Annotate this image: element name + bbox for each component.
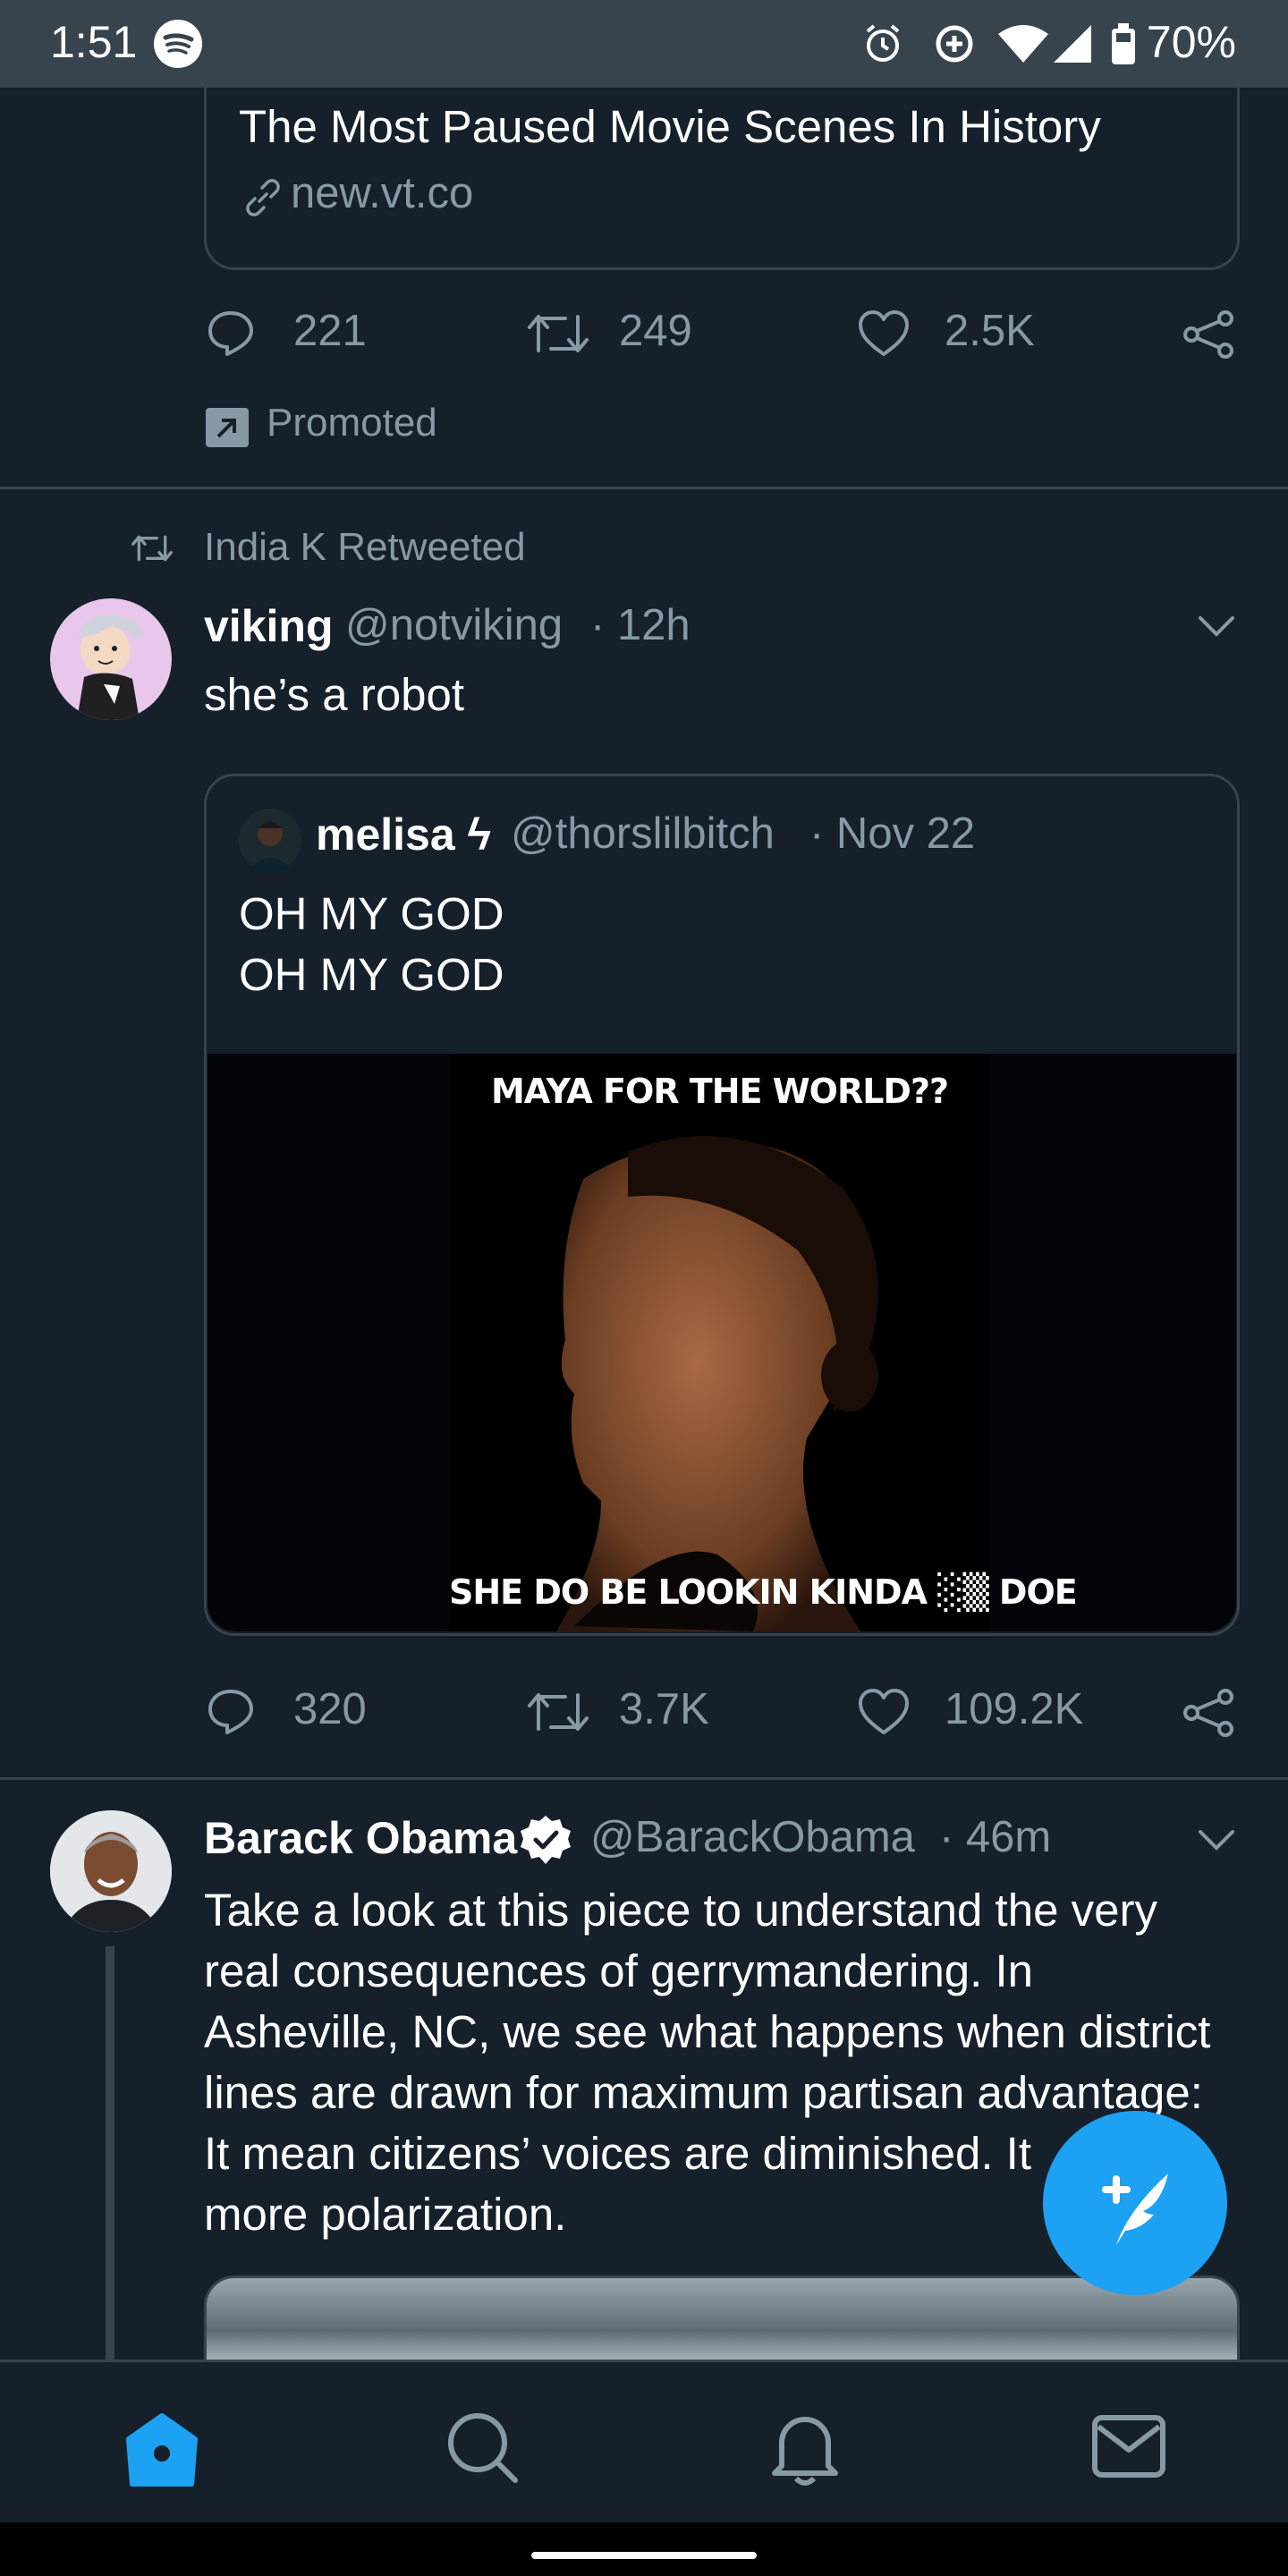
reply-count: 320 bbox=[293, 1685, 367, 1733]
like-count: 2.5K bbox=[945, 307, 1035, 355]
author-name[interactable]: viking bbox=[204, 600, 333, 652]
tweet-time: · 12h bbox=[590, 601, 691, 649]
search-icon[interactable] bbox=[444, 2409, 519, 2484]
thread-line bbox=[106, 1946, 114, 2360]
retweet-count: 249 bbox=[619, 307, 692, 355]
quote-author-handle[interactable]: @thorslilbitch bbox=[511, 809, 775, 859]
tweet-text-line: Take a look at this piece to understand … bbox=[204, 1885, 1157, 1936]
verified-badge-icon bbox=[519, 1814, 572, 1868]
retweet-icon[interactable] bbox=[526, 311, 590, 356]
like-icon[interactable] bbox=[857, 309, 911, 358]
home-indicator[interactable] bbox=[531, 2552, 757, 2559]
retweeted-tweet[interactable]: India K Retweeted viking @notviking · 12… bbox=[0, 489, 1288, 1777]
reply-icon[interactable] bbox=[206, 1686, 256, 1736]
media-caption-bottom: SHE DO BE LOOKIN KINDA ░▒ DOE bbox=[449, 1572, 1078, 1612]
battery-percent: 70% bbox=[1146, 17, 1236, 67]
link-card[interactable]: The Most Paused Movie Scenes In History … bbox=[204, 79, 1240, 270]
tweet-text-line: more polarization. bbox=[204, 2189, 567, 2240]
tweet-text: she’s a robot bbox=[204, 669, 465, 720]
author-handle[interactable]: @notviking bbox=[345, 600, 563, 650]
share-icon[interactable] bbox=[1182, 309, 1236, 360]
reply-icon[interactable] bbox=[206, 308, 256, 358]
wifi-icon bbox=[998, 23, 1048, 64]
media-caption-top: MAYA FOR THE WORLD?? bbox=[490, 1072, 949, 1111]
system-nav-bar bbox=[0, 2522, 1288, 2576]
quote-author-name[interactable]: melisa ϟ bbox=[316, 809, 491, 860]
like-icon[interactable] bbox=[857, 1688, 911, 1736]
portrait-photo bbox=[449, 1054, 990, 1631]
alarm-icon bbox=[862, 23, 903, 64]
spotify-icon bbox=[154, 20, 202, 68]
quote-avatar[interactable] bbox=[239, 809, 301, 871]
link-title: The Most Paused Movie Scenes In History bbox=[239, 101, 1101, 152]
cell-signal-icon bbox=[1052, 23, 1093, 64]
link-domain: new.vt.co bbox=[291, 169, 474, 217]
link-icon bbox=[242, 177, 284, 218]
reply-count: 221 bbox=[293, 307, 367, 355]
promoted-tweet[interactable]: The Most Paused Movie Scenes In History … bbox=[0, 79, 1288, 487]
quote-line-1: OH MY GOD bbox=[239, 888, 504, 939]
retweeted-icon bbox=[131, 532, 174, 564]
share-icon[interactable] bbox=[1182, 1688, 1236, 1738]
retweet-icon[interactable] bbox=[526, 1690, 590, 1734]
status-time: 1:51 bbox=[50, 17, 138, 67]
compose-tweet-button[interactable] bbox=[1043, 2111, 1227, 2295]
retweet-count: 3.7K bbox=[619, 1685, 709, 1733]
notifications-icon[interactable] bbox=[769, 2407, 841, 2486]
chevron-down-icon[interactable] bbox=[1195, 1826, 1238, 1853]
retweeted-by: India K Retweeted bbox=[204, 525, 526, 569]
promoted-label: Promoted bbox=[267, 401, 437, 445]
data-saver-icon bbox=[934, 23, 975, 64]
quote-time: · Nov 22 bbox=[809, 809, 976, 858]
messages-icon[interactable] bbox=[1091, 2414, 1166, 2479]
avatar[interactable] bbox=[50, 598, 172, 720]
quote-media-image[interactable]: MAYA FOR THE WORLD?? SHE DO BE LOOKIN KI… bbox=[208, 1054, 1236, 1631]
tweet-text-line: real consequences of gerrymandering. In bbox=[204, 1945, 1034, 1996]
battery-icon bbox=[1109, 23, 1138, 64]
status-bar: 1:51 70% bbox=[0, 0, 1288, 88]
author-name[interactable]: Barack Obama bbox=[204, 1812, 517, 1864]
home-icon[interactable] bbox=[120, 2412, 204, 2487]
tweet-text-line: Asheville, NC, we see what happens when … bbox=[204, 2006, 1211, 2057]
tweet-time: · 46m bbox=[939, 1813, 1052, 1861]
like-count: 109.2K bbox=[945, 1685, 1084, 1733]
tweet-text-line: It mean citizens’ voices are diminished.… bbox=[204, 2128, 1031, 2179]
chevron-down-icon[interactable] bbox=[1195, 613, 1238, 640]
promoted-icon bbox=[206, 408, 249, 447]
avatar[interactable] bbox=[50, 1810, 172, 1932]
author-handle[interactable]: @BarackObama bbox=[590, 1812, 915, 1862]
compose-quill-icon bbox=[1102, 2174, 1168, 2245]
quote-line-2: OH MY GOD bbox=[239, 949, 504, 1000]
